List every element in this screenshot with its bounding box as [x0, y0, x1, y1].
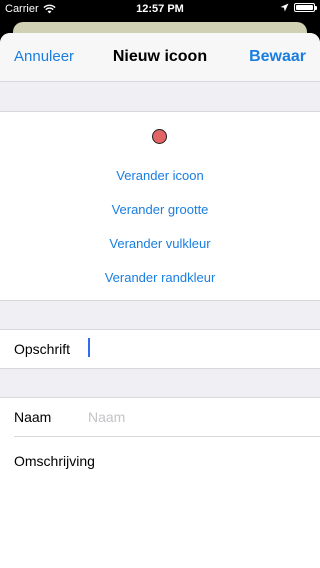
change-fill-color-button[interactable]: Verander vulkleur — [0, 236, 320, 251]
change-size-button[interactable]: Verander grootte — [0, 202, 320, 217]
icon-settings-group: Verander icoon Verander grootte Verander… — [0, 111, 320, 301]
details-group: Naam Omschrijving — [0, 397, 320, 568]
battery-icon — [294, 3, 317, 12]
navigation-bar: Annuleer Nieuw icoon Bewaar — [0, 33, 320, 82]
status-time: 12:57 PM — [136, 3, 184, 15]
text-cursor — [88, 338, 90, 357]
new-icon-sheet: Annuleer Nieuw icoon Bewaar Verander ico… — [0, 33, 320, 568]
description-label: Omschrijving — [14, 453, 95, 469]
status-bar: Carrier 12:57 PM — [0, 0, 320, 20]
name-label: Naam — [14, 409, 52, 425]
save-button[interactable]: Bewaar — [249, 48, 306, 66]
caption-label: Opschrift — [14, 341, 71, 357]
name-input[interactable] — [88, 406, 298, 428]
icon-preview-dot — [152, 129, 167, 144]
change-icon-button[interactable]: Verander icoon — [0, 168, 320, 183]
location-arrow-icon — [280, 3, 289, 12]
change-border-color-button[interactable]: Verander randkleur — [0, 270, 320, 285]
description-input[interactable] — [14, 473, 310, 567]
name-row: Naam — [0, 398, 320, 436]
status-right — [280, 3, 317, 12]
row-divider — [14, 436, 320, 437]
caption-row[interactable]: Opschrift — [0, 329, 320, 369]
